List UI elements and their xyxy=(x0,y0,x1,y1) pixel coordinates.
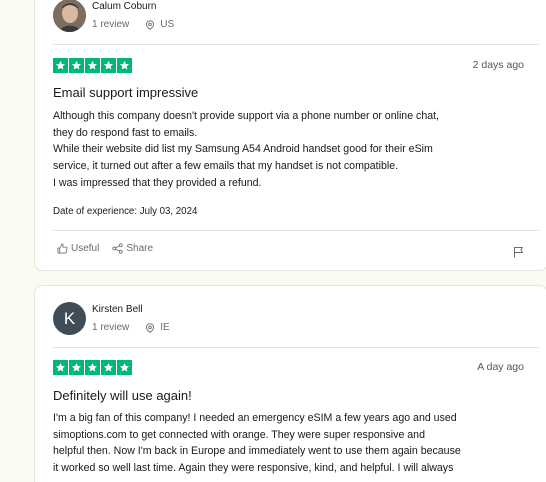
star-icon xyxy=(101,58,116,73)
review-body-line: service, it turned out after a few email… xyxy=(53,160,399,173)
review-actions: Useful Share xyxy=(57,243,153,254)
share-button[interactable]: Share xyxy=(112,243,153,254)
star-icon xyxy=(85,360,100,375)
experience-label: Date of experience: xyxy=(53,206,138,217)
review-card: K Kirsten Bell 1 review IE A day ago Def… xyxy=(34,285,546,482)
reviewer-name[interactable]: Calum Coburn xyxy=(92,0,174,14)
review-body-line: simoptions.com to get connected with ora… xyxy=(53,428,425,441)
review-title[interactable]: Email support impressive xyxy=(53,85,198,100)
share-icon xyxy=(112,243,123,254)
star-icon xyxy=(69,360,84,375)
review-body-line: Although this company doesn't provide su… xyxy=(53,110,439,122)
star-rating xyxy=(53,58,132,73)
reviewer-country: IE xyxy=(145,321,170,335)
star-icon xyxy=(117,360,132,375)
country-code: IE xyxy=(160,321,170,333)
review-body-line: I was impressed that they provided a ref… xyxy=(53,176,262,189)
review-date: 2 days ago xyxy=(472,59,524,71)
review-body-line: I'm a big fan of this company! I needed … xyxy=(53,412,457,424)
review-body: Although this company doesn't provide su… xyxy=(53,108,523,192)
review-body-line: While their website did list my Samsung … xyxy=(53,143,433,156)
divider xyxy=(53,44,539,45)
reviewer-country: US xyxy=(145,18,174,32)
review-count: 1 review xyxy=(92,18,130,30)
star-icon xyxy=(53,58,68,73)
review-body: I'm a big fan of this company! I needed … xyxy=(53,410,533,477)
review-body-line: it worked so well last time. Again they … xyxy=(53,462,454,475)
report-button[interactable] xyxy=(513,245,524,263)
divider xyxy=(53,230,539,231)
date-of-experience: Date of experience: July 03, 2024 xyxy=(53,206,197,217)
star-icon xyxy=(101,360,116,375)
location-pin-icon xyxy=(146,19,155,30)
star-icon xyxy=(69,58,84,73)
thumbs-up-icon xyxy=(57,243,68,254)
divider xyxy=(53,347,539,348)
star-rating xyxy=(53,360,132,375)
star-icon xyxy=(85,58,100,73)
share-label: Share xyxy=(126,243,154,254)
experience-date: July 03, 2024 xyxy=(139,206,198,217)
avatar-photo-icon xyxy=(53,0,86,32)
review-body-line: they do respond fast to emails. xyxy=(53,126,198,139)
star-icon xyxy=(53,360,68,375)
review-count: 1 review xyxy=(92,321,130,333)
reviewer-info[interactable]: Calum Coburn 1 review US xyxy=(53,0,174,32)
star-icon xyxy=(117,58,132,73)
review-body-line: helpful then. Now I'm back in Europe and… xyxy=(53,445,461,458)
location-pin-icon xyxy=(146,322,155,333)
review-title[interactable]: Definitely will use again! xyxy=(53,388,192,403)
country-code: US xyxy=(160,18,175,30)
useful-label: Useful xyxy=(71,243,100,254)
avatar[interactable] xyxy=(53,0,86,32)
reviewer-info[interactable]: K Kirsten Bell 1 review IE xyxy=(53,302,170,335)
avatar[interactable]: K xyxy=(53,302,86,335)
review-date: A day ago xyxy=(477,361,524,373)
review-card: Calum Coburn 1 review US 2 days ago Emai… xyxy=(34,0,546,271)
reviewer-name[interactable]: Kirsten Bell xyxy=(92,303,170,317)
flag-icon xyxy=(514,247,523,258)
useful-button[interactable]: Useful xyxy=(57,243,99,254)
